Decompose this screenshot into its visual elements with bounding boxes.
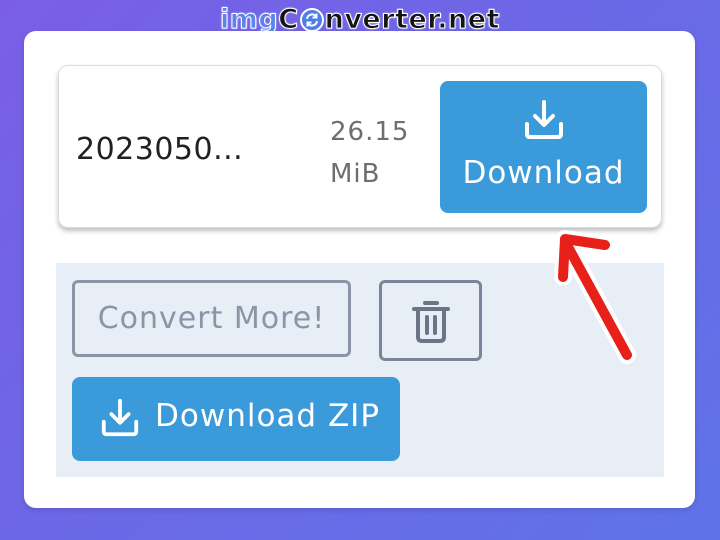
convert-more-button[interactable]: Convert More! [72, 280, 351, 357]
file-size-unit: MiB [330, 159, 381, 189]
file-size-value: 26.15 [330, 117, 410, 147]
file-row: 2023050... 26.15 MiB Download [58, 65, 662, 228]
download-zip-button[interactable]: Download ZIP [72, 377, 400, 461]
download-zip-icon [99, 397, 141, 444]
download-button[interactable]: Download [440, 81, 647, 213]
convert-cycle-icon [299, 8, 324, 32]
delete-button[interactable] [379, 280, 482, 361]
download-button-label: Download [462, 155, 625, 191]
file-size: 26.15 MiB [330, 111, 409, 195]
download-icon [522, 98, 566, 147]
download-zip-label: Download ZIP [155, 398, 381, 434]
file-name: 2023050... [76, 132, 244, 167]
red-arrow-icon [545, 215, 655, 380]
